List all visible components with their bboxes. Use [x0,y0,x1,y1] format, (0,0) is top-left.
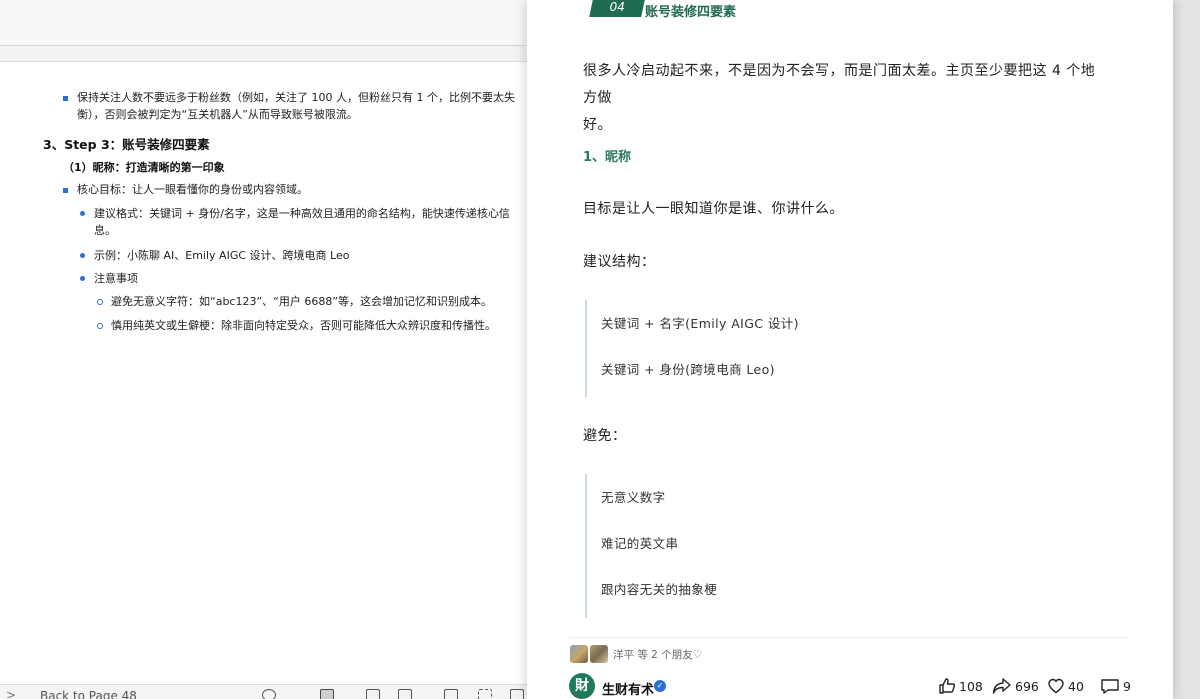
core-goal-text: 核心目标：让人一眼看懂你的身份或内容领域。 [77,183,308,196]
favorite-count: 40 [1068,678,1084,694]
account-name[interactable]: 生财有术 [602,679,654,698]
dot-bullet-icon [80,276,85,281]
fit-screen-icon[interactable] [478,689,492,699]
divider [567,637,1129,638]
like-count: 108 [959,678,983,694]
note2-text: 慎用纯英文或生僻梗：除非面向特定受众，否则可能降低大众辨识度和传播性。 [111,319,496,332]
square-bullet-icon [63,188,68,193]
friend-avatar[interactable] [590,645,608,663]
avoid-quote-block: 无意义数字 难记的英文串 跟内容无关的抽象梗 [585,474,1045,618]
suggest-label: 建议结构： [583,254,656,270]
section-title: 账号装修四要素 [645,5,737,20]
layout-single-icon[interactable] [320,689,334,699]
comment-button[interactable]: 9 [1100,677,1131,697]
chevron-right-icon[interactable]: > [6,688,16,699]
share-count: 696 [1015,678,1039,694]
examples-text: 示例：小陈聊 AI、Emily AIGC 设计、跨境电商 Leo [94,249,350,262]
thumbs-up-icon [939,678,956,694]
ring-bullet-icon [97,323,103,329]
article-panel[interactable]: 04 账号装修四要素 很多人冷启动起不来，不是因为不会写，而是门面太差。主页至少… [527,0,1173,699]
intro-paragraph: 很多人冷启动起不来，不是因为不会写，而是门面太差。主页至少要把这 4 个地方做 … [583,58,1103,139]
nickname-subheading: 1、昵称 [583,150,632,165]
suggest-quote-block: 关键词 + 名字(Emily AIGC 设计) 关键词 + 身份(跨境电商 Le… [585,300,1045,397]
bullet-follow-ratio-line2: 衡），否则会被判定为“互关机器人”从而导致账号被限流。 [77,108,358,121]
layout-split-icon[interactable] [444,689,458,699]
fullscreen-icon[interactable] [510,689,524,699]
document-statusbar: > Back to Page 48 [0,684,540,699]
goal-paragraph: 目标是让人一眼知道你是谁、你讲什么。 [583,201,844,217]
format-line1: 建议格式：关键词 + 身份/名字，这是一种高效且通用的命名结构，能快速传递核心信 [94,207,510,220]
friend-avatar[interactable] [570,645,588,663]
dot-bullet-icon [80,253,85,258]
favorite-button[interactable]: 40 [1047,677,1084,697]
avoid-item-3: 跟内容无关的抽象梗 [601,582,718,597]
intro-line2: 好。 [583,117,612,133]
dot-bullet-icon [80,211,85,216]
verified-badge-icon: ✓ [654,680,666,692]
ruler-strip [0,46,540,62]
like-button[interactable]: 108 [938,677,983,697]
share-button[interactable]: 696 [992,677,1039,697]
nickname-heading: （1）昵称：打造清晰的第一印象 [63,161,225,174]
comment-bubble-icon [1101,679,1119,694]
notes-heading: 注意事项 [94,272,138,285]
bullet-follow-ratio-line1: 保持关注人数不要远多于粉丝数（例如，关注了 100 人，但粉丝只有 1 个，比例… [77,91,515,104]
layout-columns-icon[interactable] [398,689,412,699]
square-bullet-icon [63,96,68,101]
step3-heading: 3、Step 3：账号装修四要素 [43,137,210,152]
document-body: 保持关注人数不要远多于粉丝数（例如，关注了 100 人，但粉丝只有 1 个，比例… [0,63,540,683]
heart-icon [1048,678,1064,694]
avoid-label: 避免： [583,428,627,444]
layout-page-icon[interactable] [366,689,380,699]
comment-count: 9 [1123,678,1131,694]
section-number: 04 [609,0,625,14]
account-avatar[interactable]: 財 [569,673,595,699]
ring-bullet-icon [97,299,103,305]
friends-liked-text[interactable]: 洋平 等 2 个朋友♡ [613,647,702,662]
avoid-item-2: 难记的英文串 [601,536,679,551]
background-gutter [1173,0,1200,699]
format-line2: 息。 [94,224,116,237]
suggest-item-2: 关键词 + 身份(跨境电商 Leo) [601,362,775,377]
intro-line1: 很多人冷启动起不来，不是因为不会写，而是门面太差。主页至少要把这 4 个地方做 [583,63,1096,106]
document-window: 保持关注人数不要远多于粉丝数（例如，关注了 100 人，但粉丝只有 1 个，比例… [0,0,540,699]
share-arrow-icon [992,678,1011,694]
back-to-page-link[interactable]: Back to Page 48 [40,689,137,699]
avoid-item-1: 无意义数字 [601,490,666,505]
section-number-badge: 04 [589,0,645,17]
document-toolbar [0,0,540,46]
suggest-item-1: 关键词 + 名字(Emily AIGC 设计) [601,316,799,331]
help-icon[interactable] [262,689,276,699]
note1-text: 避免无意义字符：如“abc123”、“用户 6688”等，这会增加记忆和识别成本… [111,295,493,308]
